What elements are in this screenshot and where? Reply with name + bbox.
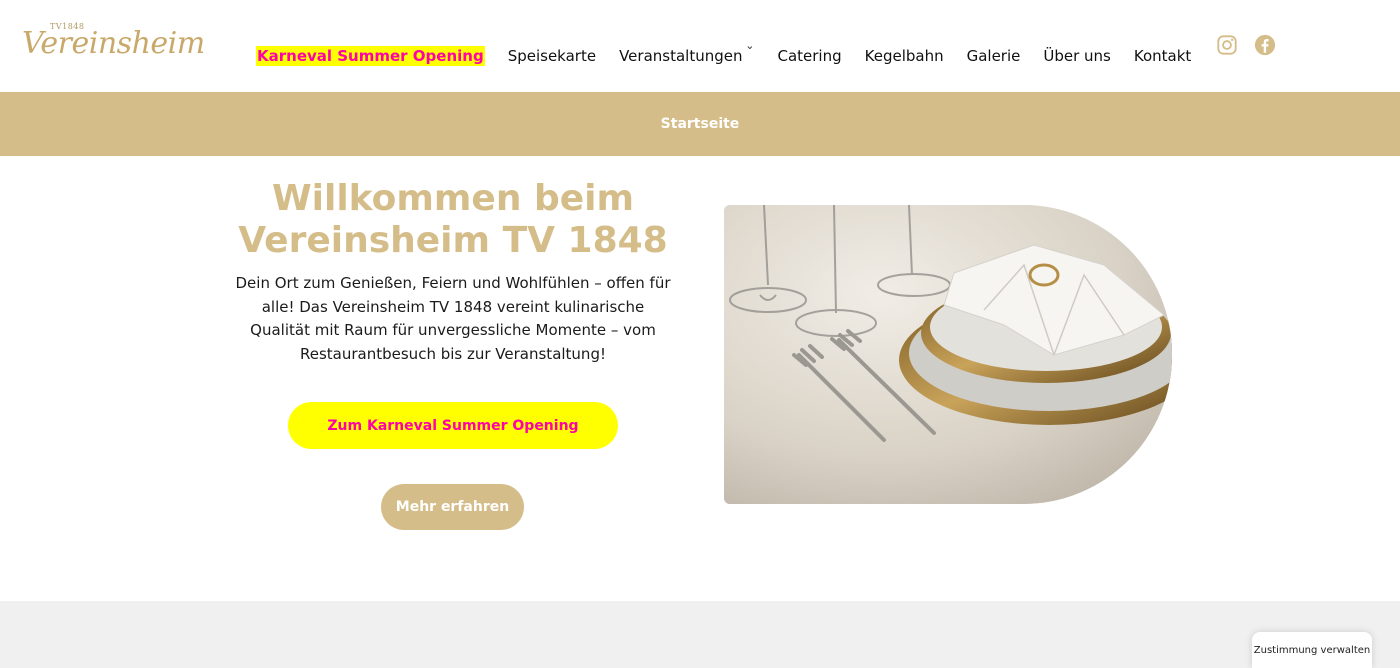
nav-item-karneval[interactable]: Karneval Summer Opening <box>256 46 485 66</box>
next-section <box>0 601 1400 668</box>
nav-item-catering[interactable]: Catering <box>777 47 841 65</box>
nav-item-galerie[interactable]: Galerie <box>967 47 1021 65</box>
hero-image <box>724 205 1172 504</box>
nav-item-kegelbahn[interactable]: Kegelbahn <box>865 47 944 65</box>
nav-item-ueber-uns[interactable]: Über uns <box>1043 47 1111 65</box>
breadcrumb-current: Startseite <box>660 116 740 132</box>
facebook-icon[interactable] <box>1254 34 1276 56</box>
site-logo[interactable]: TV1848 Vereinsheim <box>22 22 205 70</box>
nav-item-speisekarte[interactable]: Speisekarte <box>508 47 596 65</box>
learn-more-button[interactable]: Mehr erfahren <box>381 484 524 530</box>
site-header: TV1848 Vereinsheim Karneval Summer Openi… <box>0 0 1400 92</box>
social-links <box>1216 34 1276 56</box>
breadcrumb: Startseite <box>0 92 1400 156</box>
hero-description: Dein Ort zum Genießen, Feiern und Wohlfü… <box>235 274 671 363</box>
consent-manage-button[interactable]: Zustimmung verwalten <box>1252 632 1372 668</box>
chevron-down-icon[interactable]: ⌄ <box>745 39 754 52</box>
nav-item-kontakt[interactable]: Kontakt <box>1134 47 1191 65</box>
logo-name: Vereinsheim <box>22 26 205 61</box>
page-title: Willkommen beim Vereinsheim TV 1848 <box>238 178 668 261</box>
main-nav: Karneval Summer Opening Speisekarte Vera… <box>256 39 1214 68</box>
nav-item-veranstaltungen-label: Veranstaltungen <box>619 47 743 65</box>
karneval-cta-button[interactable]: Zum Karneval Summer Opening <box>288 402 618 449</box>
instagram-icon[interactable] <box>1216 34 1238 56</box>
nav-item-veranstaltungen[interactable]: Veranstaltungen ⌄ <box>619 39 754 65</box>
